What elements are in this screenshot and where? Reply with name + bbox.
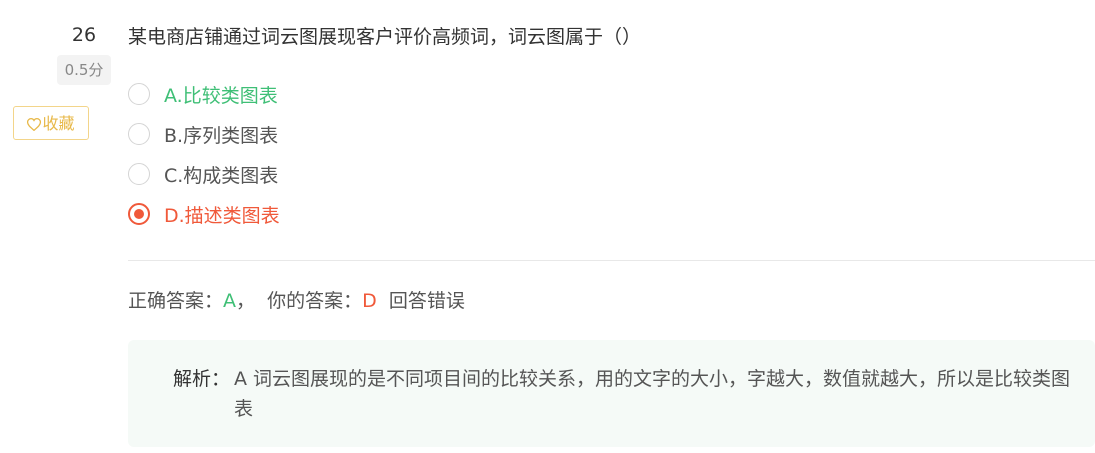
radio-b[interactable] [128,123,150,145]
option-b-label: B.序列类图表 [164,124,279,147]
options-list: A.比较类图表 B.序列类图表 C.构成类图表 D.描述类图表 [128,74,280,234]
score-badge: 0.5分 [57,55,111,85]
explanation-text: A 词云图展现的是不同项目间的比较关系，用的文字的大小，字越大，数值就越大，所以… [234,368,1071,420]
radio-d-selected[interactable] [128,203,150,225]
option-d-label: D.描述类图表 [164,204,280,227]
option-c[interactable]: C.构成类图表 [128,154,280,194]
correct-answer-value: A [223,290,237,312]
answer-status: 回答错误 [388,290,465,312]
answer-result: 正确答案：A， 你的答案：D 回答错误 [128,286,465,313]
heart-icon [27,118,42,132]
your-answer-value: D [362,290,377,312]
option-c-label: C.构成类图表 [164,164,279,187]
your-answer-prefix: 你的答案： [267,290,363,312]
radio-a[interactable] [128,83,150,105]
question-text: 某电商店铺通过词云图展现客户评价高频词，词云图属于（） [128,26,642,48]
explanation-box: 解析： A 词云图展现的是不同项目间的比较关系，用的文字的大小，字越大，数值就越… [128,340,1095,447]
favorite-button[interactable]: 收藏 [13,106,89,140]
question-number: 26 [71,24,97,46]
divider [128,260,1095,261]
option-a[interactable]: A.比较类图表 [128,74,280,114]
option-b[interactable]: B.序列类图表 [128,114,280,154]
favorite-label: 收藏 [42,114,75,133]
answer-separator: ， [236,290,268,312]
explanation-label: 解析： [173,368,231,390]
correct-answer-prefix: 正确答案： [128,290,224,312]
option-d[interactable]: D.描述类图表 [128,194,280,234]
option-a-label: A.比较类图表 [164,84,278,107]
radio-c[interactable] [128,163,150,185]
